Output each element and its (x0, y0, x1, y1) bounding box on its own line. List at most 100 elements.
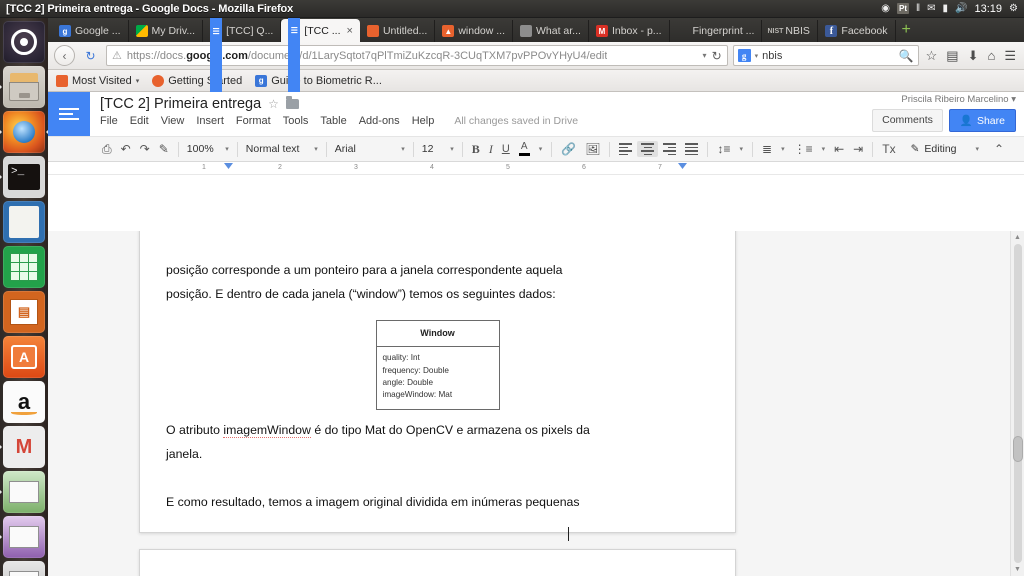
line-spacing-button[interactable]: ↕≡ (713, 140, 734, 158)
share-button[interactable]: 👤 Share (948, 109, 1016, 132)
account-name[interactable]: Priscila Ribeiro Marcelino ▾ (872, 94, 1016, 105)
align-left-button[interactable] (615, 141, 636, 157)
paint-format-button[interactable]: ✎ (155, 140, 173, 158)
browser-tab-fingerprint[interactable]: Fingerprint ... (670, 20, 763, 42)
document-ruler[interactable]: 1 2 3 4 5 6 7 (48, 162, 1024, 175)
scroll-down-icon[interactable]: ▼ (1011, 563, 1024, 576)
vertical-scrollbar[interactable]: ▲ ▼ (1010, 231, 1024, 576)
keyboard-layout-indicator[interactable]: Pt (897, 3, 909, 14)
browser-tab-inbox[interactable]: M Inbox - p... (589, 20, 670, 42)
scroll-up-icon[interactable]: ▲ (1011, 231, 1024, 244)
wifi-icon[interactable]: ◉ (881, 3, 890, 14)
text-color-button[interactable]: A (515, 140, 534, 158)
document-page-2[interactable]: partes: (139, 549, 736, 576)
font-size-selector[interactable]: 12 ▾ (419, 141, 457, 157)
italic-button[interactable]: I (485, 140, 497, 159)
launcher-item-gmail[interactable]: M (3, 426, 45, 468)
search-input[interactable]: nbis (762, 50, 782, 62)
back-button[interactable]: ‹ (54, 45, 75, 66)
insert-link-button[interactable]: 🔗 (557, 140, 580, 158)
clear-formatting-button[interactable]: Tx (878, 140, 899, 158)
browser-tab-window[interactable]: ▲ window ... (435, 20, 513, 42)
downloads-icon[interactable]: ⬇ (966, 48, 981, 64)
comments-button[interactable]: Comments (872, 109, 943, 132)
align-right-button[interactable] (659, 141, 680, 157)
browser-tab-tcc-active[interactable]: ☰ [TCC ... × (281, 18, 360, 273)
document-canvas[interactable]: posição corresponde a um ponteiro para a… (48, 231, 1024, 576)
menu-icon[interactable]: ☰ (1002, 48, 1018, 64)
document-title[interactable]: [TCC 2] Primeira entrega (100, 96, 261, 112)
url-bar[interactable]: ⚠ https://docs.google.com/document/d/1La… (106, 45, 728, 66)
redo-button[interactable]: ↷ (136, 140, 154, 158)
bookmark-star-icon[interactable]: ☆ (924, 48, 940, 64)
new-tab-button[interactable]: + (902, 22, 911, 38)
zoom-selector[interactable]: 100% ▾ (184, 141, 232, 157)
increase-indent-button[interactable]: ⇥ (849, 140, 867, 158)
bookmark-getting-started[interactable]: Getting Started (152, 74, 242, 87)
left-indent-marker[interactable] (224, 163, 233, 169)
reload-button[interactable]: ↻ (80, 45, 101, 66)
launcher-item-software-center[interactable]: A (3, 336, 45, 378)
gear-icon[interactable]: ⚙ (1009, 3, 1018, 14)
reload-icon[interactable]: ↻ (712, 49, 722, 63)
paragraph-style-selector[interactable]: Normal text ▾ (243, 141, 321, 157)
menu-addons[interactable]: Add-ons (359, 115, 400, 127)
launcher-item-files[interactable] (3, 66, 45, 108)
editing-mode-selector[interactable]: ✎ Editing ▾ (911, 143, 979, 155)
chevron-down-icon[interactable]: ▾ (703, 51, 707, 60)
chevron-down-icon[interactable]: ▾ (535, 143, 547, 155)
print-button[interactable]: ⎙ (98, 140, 116, 159)
undo-button[interactable]: ↶ (117, 140, 135, 158)
bluetooth-icon[interactable]: ‖ (916, 3, 920, 14)
browser-tab-facebook[interactable]: f Facebook (818, 20, 896, 42)
browser-tab-untitled[interactable]: Untitled... (360, 20, 436, 42)
star-icon[interactable]: ☆ (268, 97, 279, 111)
document-page-1[interactable]: posição corresponde a um ponteiro para a… (139, 231, 736, 533)
folder-icon[interactable] (285, 96, 299, 109)
browser-tab-google[interactable]: g Google ... (52, 20, 129, 42)
browser-tab-nbis[interactable]: NIST NBIS (762, 20, 819, 42)
browser-tab-my-drive[interactable]: My Driv... (129, 20, 204, 42)
uml-class-box[interactable]: Window quality: Int frequency: Double an… (375, 319, 500, 410)
browser-tab-what-are[interactable]: What ar... (513, 20, 589, 42)
volume-icon[interactable]: 🔊 (955, 3, 967, 14)
menu-tools[interactable]: Tools (283, 115, 309, 127)
launcher-item-ubuntu-dash[interactable] (3, 21, 45, 63)
launcher-item-libreoffice-writer[interactable] (3, 201, 45, 243)
reader-mode-icon[interactable]: ▤ (944, 48, 960, 64)
launcher-item-amazon[interactable]: a (3, 381, 45, 423)
scrollbar-thumb[interactable] (1013, 436, 1023, 462)
menu-format[interactable]: Format (236, 115, 271, 127)
bulleted-list-button[interactable]: ⋮≡ (790, 140, 817, 158)
scrollbar-track[interactable] (1014, 244, 1022, 563)
browser-tab-tcc-q[interactable]: ☰ [TCC] Q... (203, 18, 282, 273)
right-indent-marker[interactable] (678, 163, 687, 169)
menu-edit[interactable]: Edit (130, 115, 149, 127)
menu-insert[interactable]: Insert (196, 115, 224, 127)
home-icon[interactable]: ⌂ (985, 48, 997, 63)
battery-icon[interactable]: ▮ (943, 3, 949, 14)
mail-icon[interactable]: ✉ (927, 3, 935, 14)
decrease-indent-button[interactable]: ⇤ (830, 140, 848, 158)
launcher-item-libreoffice-impress[interactable]: ▤ (3, 291, 45, 333)
underline-button[interactable]: U (498, 141, 514, 157)
launcher-item-window-green[interactable] (3, 471, 45, 513)
launcher-item-firefox[interactable] (3, 111, 45, 153)
docs-home-button[interactable] (48, 92, 90, 136)
bookmark-guide-biometric[interactable]: g Guide to Biometric R... (255, 74, 382, 87)
search-bar[interactable]: g ▾ nbis 🔍 (732, 45, 919, 66)
numbered-list-button[interactable]: ≣ (758, 140, 776, 158)
launcher-item-window-gray[interactable] (3, 561, 45, 576)
bold-button[interactable]: B (468, 140, 484, 159)
menu-table[interactable]: Table (320, 115, 346, 127)
chevron-down-icon[interactable]: ▾ (777, 143, 789, 155)
font-selector[interactable]: Arial ▾ (332, 141, 408, 157)
launcher-item-libreoffice-calc[interactable] (3, 246, 45, 288)
launcher-item-terminal[interactable]: >_ (3, 156, 45, 198)
google-search-icon[interactable]: g (737, 49, 751, 62)
clock[interactable]: 13:19 (975, 3, 1003, 15)
close-icon[interactable]: × (347, 25, 353, 37)
align-center-button[interactable] (637, 141, 659, 157)
align-justify-button[interactable] (681, 141, 702, 157)
chevron-down-icon[interactable]: ▾ (818, 143, 830, 155)
